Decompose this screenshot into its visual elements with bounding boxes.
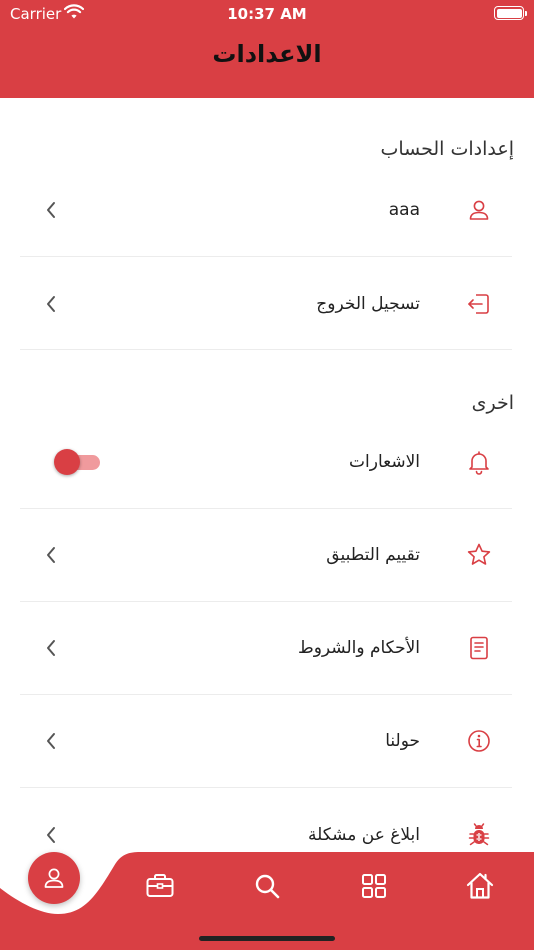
app-header: Carrier 10:37 AM الاعدادات — [0, 0, 534, 98]
home-indicator — [199, 936, 335, 941]
status-bar: Carrier 10:37 AM — [0, 0, 534, 28]
tab-home[interactable] — [460, 868, 500, 904]
account-section-title: إعدادات الحساب — [380, 138, 515, 160]
status-time: 10:37 AM — [227, 5, 307, 23]
tab-profile[interactable] — [28, 852, 80, 904]
info-icon — [468, 730, 490, 752]
chevron-left-icon — [47, 733, 55, 749]
bottom-tab-bar — [0, 852, 534, 950]
terms-label: الأحكام والشروط — [297, 638, 420, 658]
chevron-left-icon — [47, 826, 55, 843]
settings-row-about[interactable]: حولنا — [20, 695, 512, 788]
search-icon — [255, 874, 280, 899]
tab-categories[interactable] — [354, 868, 394, 904]
settings-row-terms[interactable]: الأحكام والشروط — [20, 602, 512, 695]
tab-services[interactable] — [140, 868, 180, 904]
home-icon — [466, 872, 494, 899]
divider — [20, 349, 512, 350]
grid-icon — [362, 874, 386, 898]
document-icon — [470, 636, 488, 660]
settings-row-account[interactable]: aaa — [20, 164, 512, 257]
profile-icon — [44, 868, 64, 888]
briefcase-icon — [146, 874, 174, 897]
logout-label: تسجيل الخروج — [316, 293, 420, 314]
settings-row-logout[interactable]: تسجيل الخروج — [20, 257, 512, 350]
other-section-title: اخرى — [471, 392, 514, 414]
star-icon — [467, 543, 491, 565]
about-label: حولنا — [385, 731, 420, 751]
chevron-left-icon — [47, 640, 55, 656]
page-title: الاعدادات — [212, 40, 322, 68]
toggle-knob — [54, 449, 80, 475]
user-icon — [469, 200, 489, 220]
battery-icon — [494, 6, 527, 20]
chevron-left-icon — [47, 202, 55, 218]
notifications-label: الاشعارات — [349, 452, 420, 472]
settings-row-rate-app[interactable]: تقييم التطبيق — [20, 509, 512, 602]
chevron-left-icon — [47, 547, 55, 563]
bell-icon — [469, 451, 489, 475]
account-name-label: aaa — [388, 200, 420, 220]
tab-search[interactable] — [247, 868, 287, 904]
bug-icon — [468, 822, 490, 845]
notifications-toggle[interactable] — [52, 449, 102, 475]
report-problem-label: ابلاغ عن مشكلة — [307, 824, 420, 845]
settings-row-notifications: الاشعارات — [20, 416, 512, 509]
chevron-left-icon — [47, 295, 55, 312]
logout-icon — [468, 293, 489, 314]
rate-app-label: تقييم التطبيق — [326, 545, 420, 565]
